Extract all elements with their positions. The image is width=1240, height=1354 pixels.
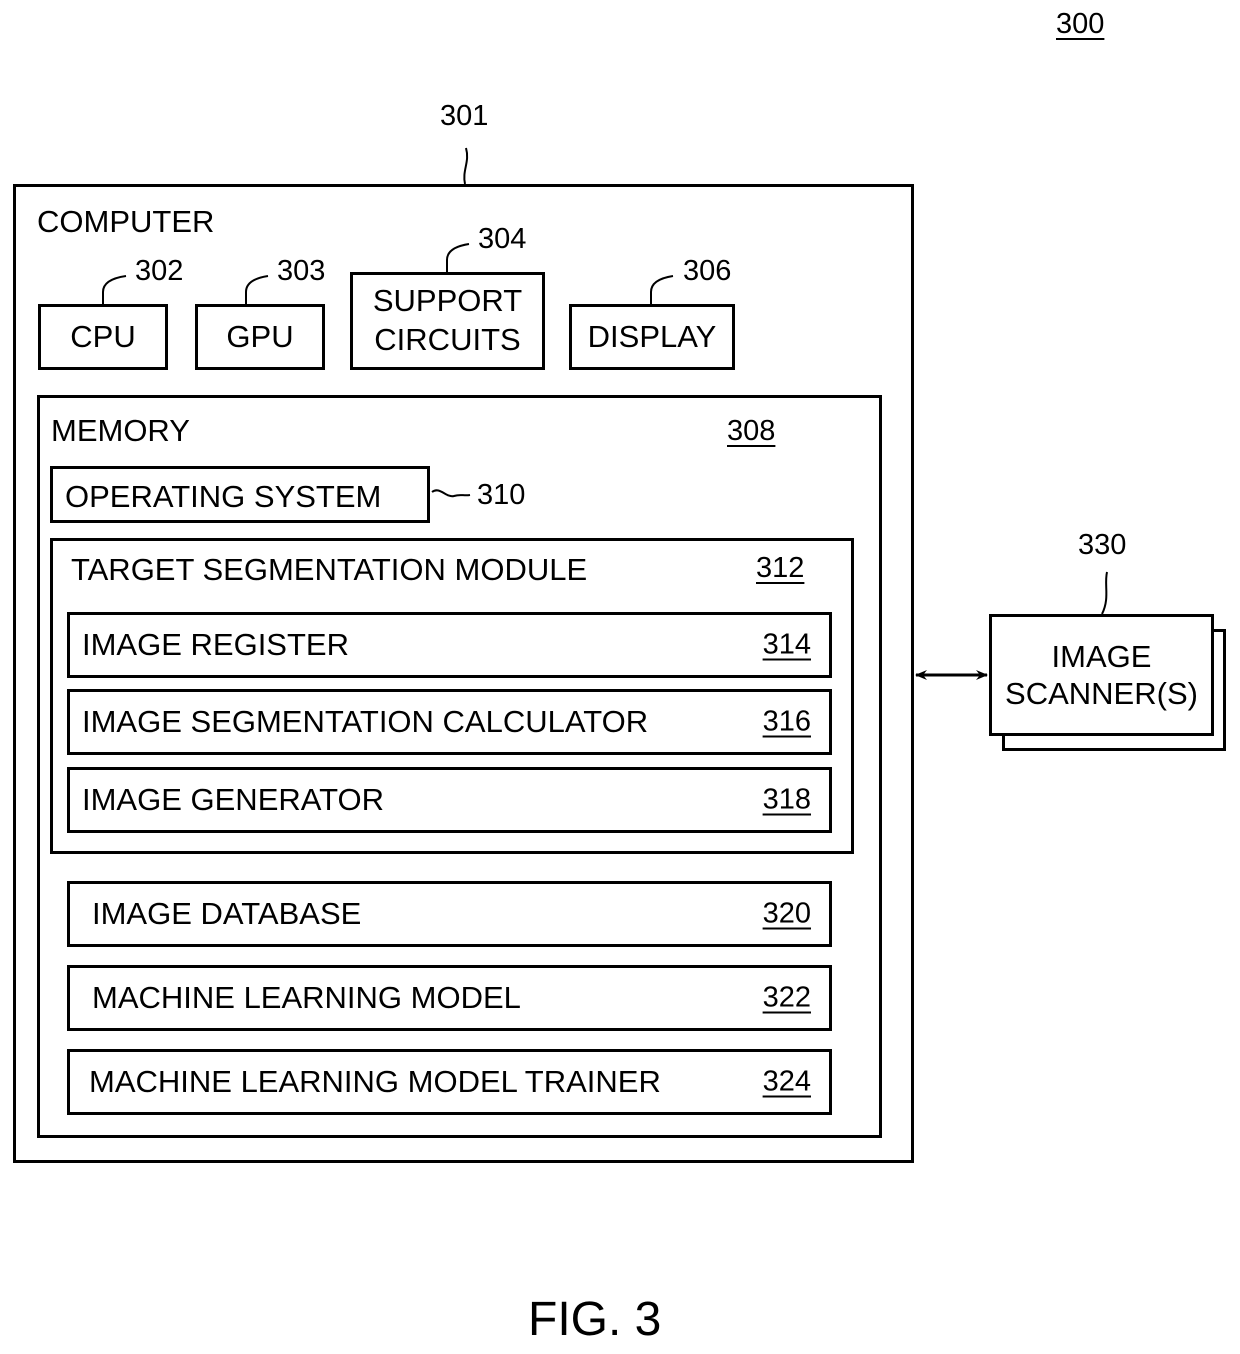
image-generator-box: IMAGE GENERATOR 318	[67, 767, 832, 833]
gpu-ref-label: 303	[277, 255, 326, 287]
image-scanner-leader-line	[1101, 571, 1108, 615]
image-database-label: IMAGE DATABASE	[92, 896, 362, 931]
operating-system-label: OPERATING SYSTEM	[65, 479, 382, 514]
memory-ref-label: 308	[727, 415, 776, 447]
image-segmentation-calculator-ref-label: 316	[762, 705, 811, 738]
image-register-label: IMAGE REGISTER	[82, 627, 349, 662]
display-box: DISPLAY	[569, 304, 735, 370]
cpu-ref-label: 302	[135, 255, 184, 287]
machine-learning-model-trainer-label: MACHINE LEARNING MODEL TRAINER	[89, 1064, 661, 1099]
support-circuits-box: SUPPORT CIRCUITS	[350, 272, 545, 370]
image-database-ref-label: 320	[762, 897, 811, 930]
machine-learning-model-label: MACHINE LEARNING MODEL	[92, 980, 521, 1015]
machine-learning-model-box: MACHINE LEARNING MODEL 322	[67, 965, 832, 1031]
image-scanner-ref-label: 330	[1078, 529, 1127, 561]
computer-leader-line	[463, 147, 469, 185]
target-segmentation-module-ref-label: 312	[756, 552, 805, 584]
machine-learning-model-trainer-ref-label: 324	[762, 1065, 811, 1098]
image-scanner-box: IMAGE SCANNER(S)	[989, 614, 1214, 736]
machine-learning-model-ref-label: 322	[762, 981, 811, 1014]
image-register-box: IMAGE REGISTER 314	[67, 612, 832, 678]
image-register-ref-label: 314	[762, 628, 811, 661]
computer-label: COMPUTER	[37, 204, 215, 239]
image-segmentation-calculator-label: IMAGE SEGMENTATION CALCULATOR	[82, 704, 649, 739]
cpu-box: CPU	[38, 304, 168, 370]
machine-learning-model-trainer-box: MACHINE LEARNING MODEL TRAINER 324	[67, 1049, 832, 1115]
figure-number: 300	[1056, 8, 1105, 40]
gpu-label: GPU	[226, 319, 294, 354]
image-scanner-label-line1: IMAGE	[1051, 638, 1152, 674]
gpu-box: GPU	[195, 304, 325, 370]
memory-label: MEMORY	[51, 413, 190, 448]
display-label: DISPLAY	[587, 319, 717, 354]
cpu-label: CPU	[70, 319, 136, 354]
computer-ref-label: 301	[440, 100, 489, 132]
image-generator-label: IMAGE GENERATOR	[82, 782, 385, 817]
image-segmentation-calculator-box: IMAGE SEGMENTATION CALCULATOR 316	[67, 689, 832, 755]
image-generator-ref-label: 318	[762, 783, 811, 816]
support-circuits-ref-label: 304	[478, 223, 527, 255]
operating-system-box: OPERATING SYSTEM	[50, 466, 430, 523]
image-database-box: IMAGE DATABASE 320	[67, 881, 832, 947]
target-segmentation-module-label: TARGET SEGMENTATION MODULE	[71, 552, 588, 587]
display-ref-label: 306	[683, 255, 732, 287]
support-circuits-label-line2: CIRCUITS	[374, 322, 521, 357]
figure-caption: FIG. 3	[528, 1293, 662, 1346]
image-scanner-label-line2: SCANNER(S)	[1005, 676, 1198, 711]
operating-system-ref-label: 310	[477, 479, 526, 511]
support-circuits-label-line1: SUPPORT	[372, 283, 523, 319]
